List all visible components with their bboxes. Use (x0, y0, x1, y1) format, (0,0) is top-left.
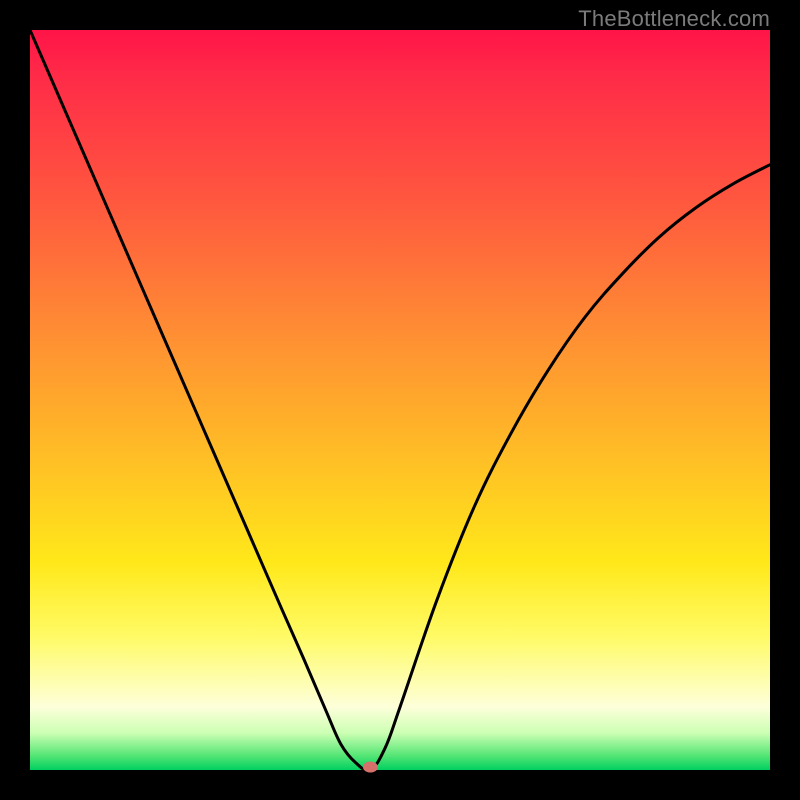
chart-frame: TheBottleneck.com (0, 0, 800, 800)
watermark-text: TheBottleneck.com (578, 6, 770, 32)
bottleneck-curve (30, 30, 770, 771)
minimum-marker (363, 762, 377, 772)
chart-svg (30, 30, 770, 770)
plot-area (30, 30, 770, 770)
